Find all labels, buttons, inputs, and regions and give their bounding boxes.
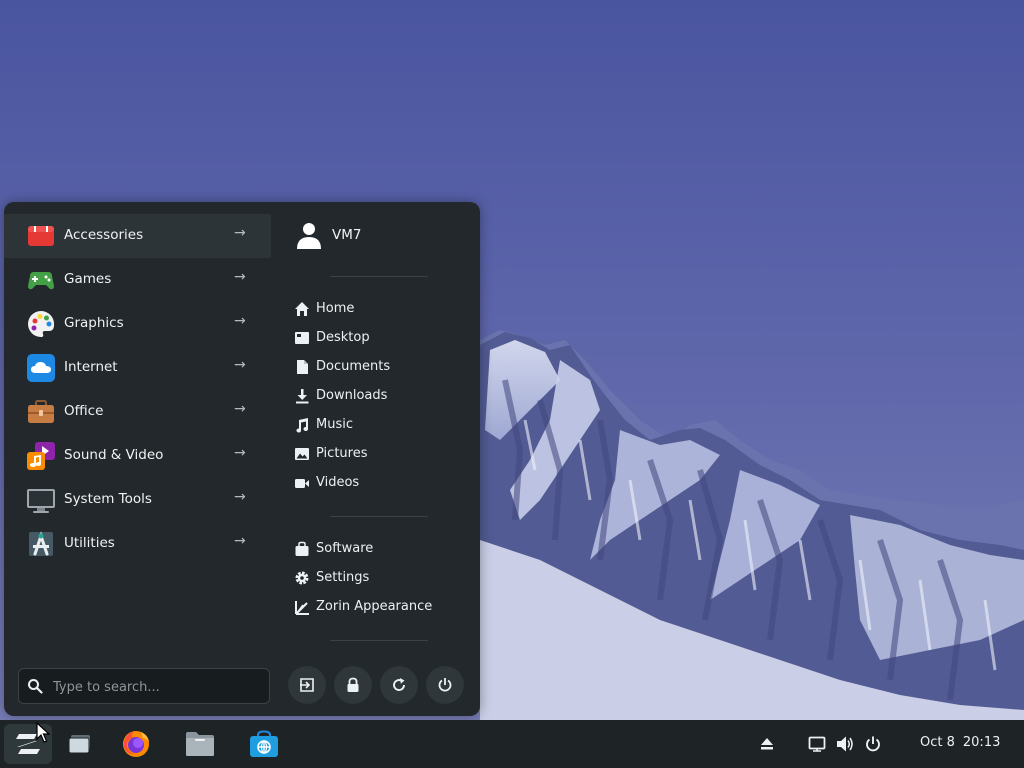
pictures-icon	[295, 448, 309, 460]
restart-button[interactable]	[380, 666, 418, 704]
workspaces-button[interactable]	[56, 724, 104, 764]
system-settings[interactable]: Settings	[294, 567, 464, 591]
software-store-icon	[250, 730, 278, 757]
software-icon	[295, 541, 309, 556]
arrow-right-icon: →	[234, 401, 246, 417]
arrow-right-icon: →	[234, 269, 246, 285]
place-label: Music	[316, 417, 353, 432]
document-icon	[297, 360, 308, 374]
sound-video-icon	[27, 442, 55, 470]
category-label: Utilities	[64, 535, 115, 551]
volume-icon[interactable]	[836, 735, 854, 753]
place-label: Desktop	[316, 330, 370, 345]
system-label: Zorin Appearance	[316, 599, 433, 614]
mouse-cursor-icon	[36, 722, 50, 743]
power-icon[interactable]	[864, 735, 882, 753]
files-button[interactable]	[176, 724, 224, 764]
lock-button[interactable]	[334, 666, 372, 704]
separator	[330, 516, 428, 517]
category-internet[interactable]: Internet →	[4, 346, 271, 390]
category-label: Accessories	[64, 227, 144, 243]
power-off-button[interactable]	[426, 666, 464, 704]
system-zorin-appearance[interactable]: Zorin Appearance	[294, 596, 464, 620]
place-videos[interactable]: Videos	[294, 472, 464, 496]
system-label: Settings	[316, 570, 370, 585]
place-documents[interactable]: Documents	[294, 356, 464, 380]
category-label: Internet	[64, 359, 118, 375]
logout-icon	[300, 678, 314, 692]
restart-icon	[393, 678, 405, 691]
office-icon	[28, 400, 54, 423]
arrow-right-icon: →	[234, 225, 246, 241]
display-icon[interactable]	[808, 735, 826, 753]
accessories-icon	[28, 226, 54, 246]
category-label: Graphics	[64, 315, 124, 331]
clock-date: Oct 8	[920, 735, 955, 750]
category-system-tools[interactable]: System Tools →	[4, 478, 271, 522]
place-label: Pictures	[316, 446, 368, 461]
video-icon	[295, 479, 309, 488]
taskbar: Oct 8 20:13	[0, 720, 1024, 768]
lock-icon	[347, 677, 359, 692]
workspaces-icon	[68, 735, 90, 754]
place-label: Videos	[316, 475, 360, 490]
place-desktop[interactable]: Desktop	[294, 327, 464, 351]
start-menu: Accessories → Games → Graphics → Interne…	[4, 202, 480, 716]
power-icon	[438, 678, 452, 692]
search-box[interactable]	[18, 668, 270, 704]
files-icon	[186, 732, 214, 756]
firefox-button[interactable]	[112, 724, 160, 764]
category-accessories[interactable]: Accessories →	[4, 214, 271, 258]
category-label: Sound & Video	[64, 447, 164, 463]
user-name: VM7	[332, 227, 362, 243]
clock[interactable]: Oct 8 20:13	[920, 735, 1000, 750]
clock-time: 20:13	[962, 735, 1001, 750]
place-label: Home	[316, 301, 355, 316]
user-account[interactable]: VM7	[294, 220, 444, 254]
games-icon	[28, 272, 54, 290]
system-label: Software	[316, 541, 374, 556]
desktop-icon	[295, 332, 309, 344]
settings-icon	[295, 571, 309, 585]
place-pictures[interactable]: Pictures	[294, 443, 464, 467]
system-software[interactable]: Software	[294, 538, 464, 562]
arrow-right-icon: →	[234, 489, 246, 505]
separator	[330, 276, 428, 277]
appearance-icon	[295, 601, 309, 615]
arrow-right-icon: →	[234, 357, 246, 373]
arrow-right-icon: →	[234, 533, 246, 549]
firefox-icon	[123, 731, 149, 757]
music-icon	[296, 418, 309, 433]
utilities-icon	[29, 531, 53, 556]
eject-icon[interactable]	[758, 735, 776, 753]
category-label: Office	[64, 403, 104, 419]
software-store-button[interactable]	[240, 724, 288, 764]
category-utilities[interactable]: Utilities →	[4, 522, 271, 566]
home-icon	[295, 302, 309, 316]
category-label: Games	[64, 271, 112, 287]
download-icon	[296, 389, 309, 404]
category-games[interactable]: Games →	[4, 258, 271, 302]
category-office[interactable]: Office →	[4, 390, 271, 434]
search-icon	[28, 679, 43, 694]
place-downloads[interactable]: Downloads	[294, 385, 464, 409]
category-graphics[interactable]: Graphics →	[4, 302, 271, 346]
graphics-icon	[28, 310, 55, 337]
place-music[interactable]: Music	[294, 414, 464, 438]
user-icon	[297, 223, 321, 249]
place-label: Documents	[316, 359, 391, 374]
logout-button[interactable]	[288, 666, 326, 704]
search-input[interactable]	[51, 675, 261, 699]
category-label: System Tools	[64, 491, 152, 507]
internet-icon	[27, 354, 55, 382]
system-tools-icon	[27, 489, 55, 513]
place-label: Downloads	[316, 388, 388, 403]
separator	[330, 640, 428, 641]
place-home[interactable]: Home	[294, 298, 464, 322]
arrow-right-icon: →	[234, 313, 246, 329]
category-sound-video[interactable]: Sound & Video →	[4, 434, 271, 478]
arrow-right-icon: →	[234, 445, 246, 461]
